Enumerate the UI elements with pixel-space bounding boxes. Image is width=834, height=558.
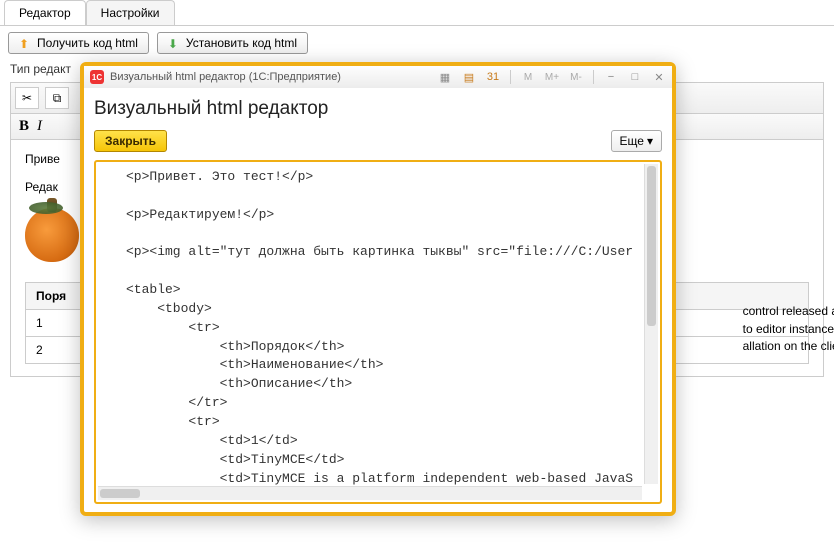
set-html-button[interactable]: ⬇ Установить код html xyxy=(157,32,308,54)
modal-heading: Визуальный html редактор xyxy=(94,98,662,120)
scrollbar-thumb[interactable] xyxy=(647,166,656,326)
calendar-icon[interactable]: 31 xyxy=(484,69,502,85)
modal-title: Визуальный html редактор (1С:Предприятие… xyxy=(110,71,341,83)
tab-settings[interactable]: Настройки xyxy=(86,0,175,25)
tabs: Редактор Настройки xyxy=(0,0,834,25)
grid-icon[interactable]: ▦ xyxy=(436,69,454,85)
pumpkin-image xyxy=(25,208,79,262)
minimize-icon[interactable]: − xyxy=(602,69,620,85)
vertical-scrollbar[interactable] xyxy=(644,164,658,484)
close-button[interactable]: Закрыть xyxy=(94,130,167,152)
arrow-down-icon: ⬇ xyxy=(168,37,180,49)
code-text: <p>Привет. Это тест!</p> <p>Редактируем!… xyxy=(96,162,660,502)
more-label: Еще xyxy=(620,134,644,148)
code-area[interactable]: <p>Привет. Это тест!</p> <p>Редактируем!… xyxy=(94,160,662,504)
scrollbar-thumb[interactable] xyxy=(100,489,140,498)
modal-body: Визуальный html редактор Закрыть Еще ▾ <… xyxy=(84,88,672,512)
maximize-icon[interactable]: □ xyxy=(626,69,644,85)
calc-icon[interactable]: ▤ xyxy=(460,69,478,85)
more-button[interactable]: Еще ▾ xyxy=(611,130,662,152)
html-editor-modal: 1C Визуальный html редактор (1С:Предприя… xyxy=(80,62,676,516)
cut-icon[interactable]: ✂ xyxy=(15,87,39,109)
button-bar: ⬆ Получить код html ⬇ Установить код htm… xyxy=(0,26,834,60)
copy-icon[interactable]: ⧉ xyxy=(45,87,69,109)
italic-button[interactable]: I xyxy=(37,118,42,135)
get-html-label: Получить код html xyxy=(37,36,138,50)
bg-text-2: to editor instances. xyxy=(743,322,834,336)
memory-mminus-button[interactable]: M- xyxy=(567,69,585,85)
get-html-button[interactable]: ⬆ Получить код html xyxy=(8,32,149,54)
bold-button[interactable]: B xyxy=(19,118,29,135)
arrow-up-icon: ⬆ xyxy=(19,37,31,49)
memory-m-button[interactable]: M xyxy=(519,69,537,85)
set-html-label: Установить код html xyxy=(186,36,297,50)
chevron-down-icon: ▾ xyxy=(647,134,653,148)
tab-editor[interactable]: Редактор xyxy=(4,0,86,25)
modal-titlebar[interactable]: 1C Визуальный html редактор (1С:Предприя… xyxy=(84,66,672,88)
main-toolbar: Редактор Настройки xyxy=(0,0,834,26)
horizontal-scrollbar[interactable] xyxy=(98,486,642,500)
bg-text-1: control released as open s xyxy=(743,304,834,318)
modal-actions: Закрыть Еще ▾ xyxy=(94,130,662,152)
bg-text-3: allation on the client comp xyxy=(743,339,834,353)
app-logo-icon: 1C xyxy=(90,70,104,84)
memory-mplus-button[interactable]: M+ xyxy=(543,69,561,85)
close-icon[interactable]: ✕ xyxy=(650,69,668,85)
